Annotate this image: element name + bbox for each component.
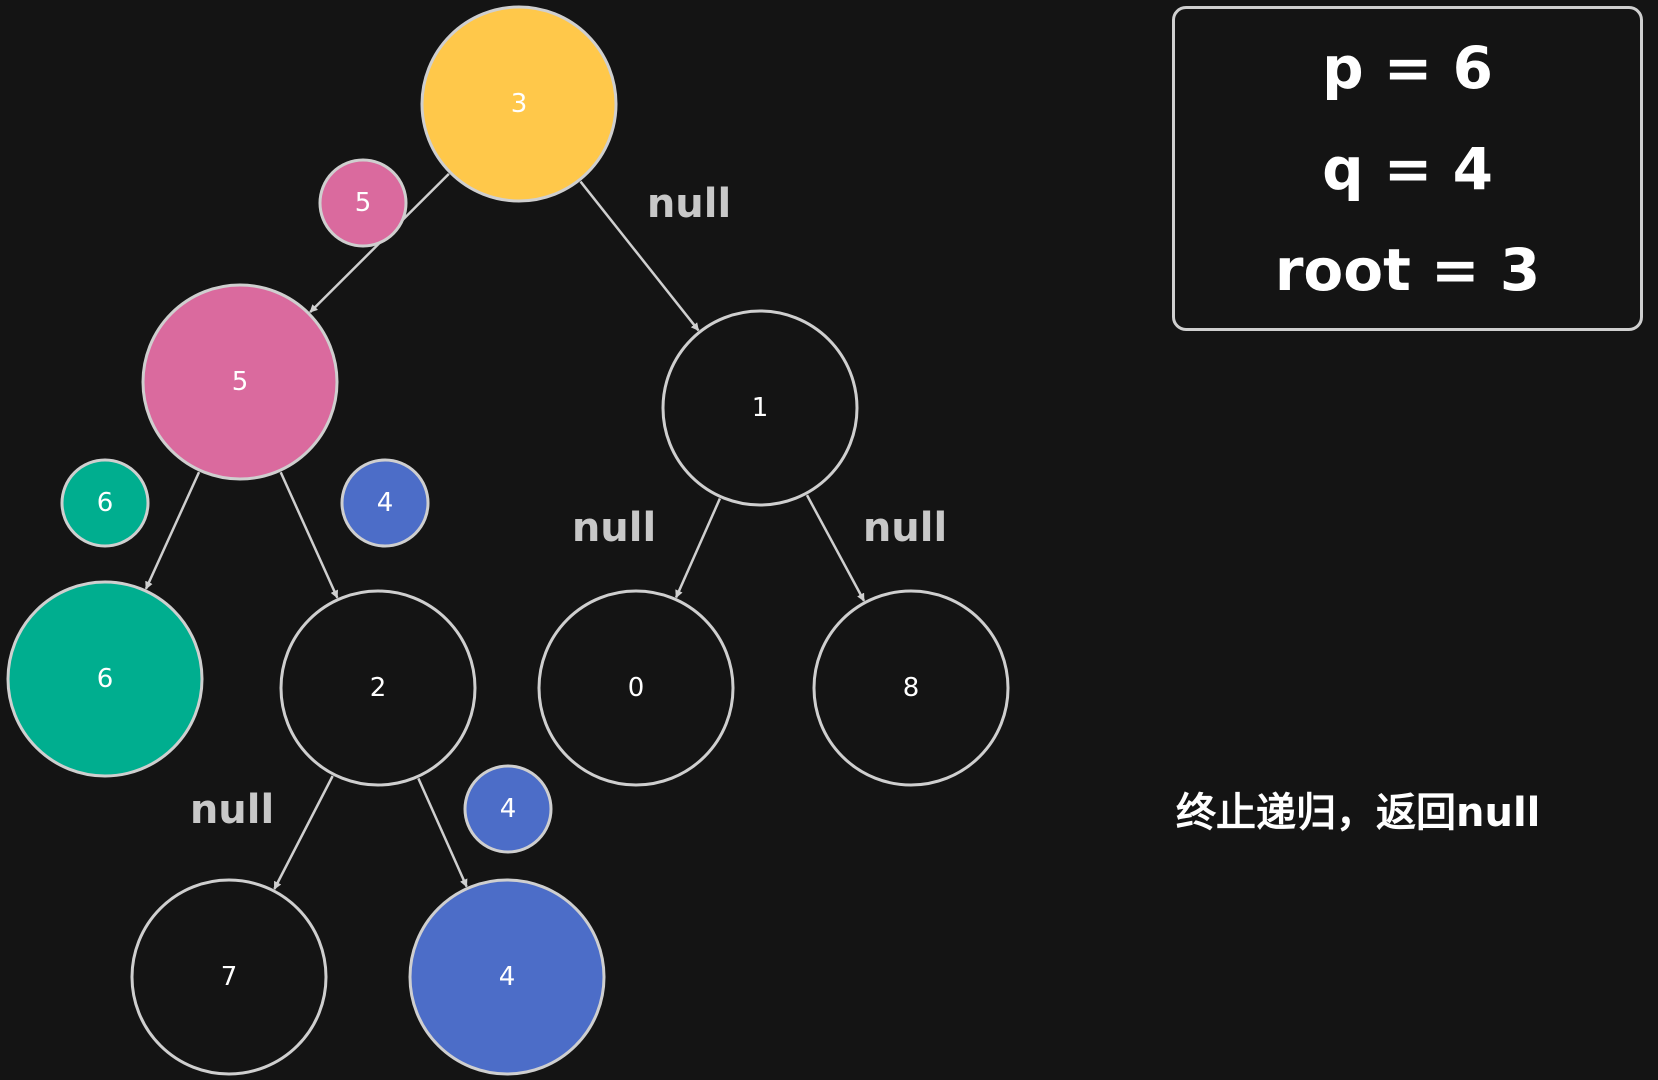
return-value-badge: 4 [463, 764, 553, 854]
tree-node-5: 5 [141, 283, 339, 481]
tree-node-2: 2 [279, 589, 477, 787]
edge-n1-n0 [674, 498, 722, 599]
status-message: 终止递归，返回null [1176, 790, 1541, 836]
return-value-badge: 4 [340, 458, 430, 548]
edge-n1-n8 [805, 494, 866, 602]
return-value-badge-label: 5 [355, 188, 372, 218]
tree-node-7: 7 [130, 878, 328, 1076]
return-value-badge-label: 6 [97, 488, 114, 518]
tree-node-3: 3 [420, 5, 618, 203]
q-value: q = 4 [1322, 134, 1493, 203]
null-return-label: null [572, 505, 656, 551]
return-value-badge-label: 4 [500, 794, 517, 824]
null-return-label: null [647, 181, 731, 227]
tree-node-4: 4 [408, 878, 606, 1076]
edge-n5-n6 [144, 471, 201, 590]
tree-node-6: 6 [6, 580, 204, 778]
tree-node-label: 2 [370, 673, 387, 703]
tree-node-label: 1 [752, 393, 769, 423]
tree-node-label: 5 [232, 367, 249, 397]
return-value-badge: 6 [60, 458, 150, 548]
null-return-label: null [190, 787, 274, 833]
tree-node-label: 4 [499, 962, 516, 992]
tree-node-label: 3 [511, 89, 528, 119]
tree-node-label: 8 [903, 673, 920, 703]
edge-n5-n2 [279, 471, 339, 599]
tree-node-0: 0 [537, 589, 735, 787]
edge-n2-n7 [273, 775, 334, 890]
tree-node-1: 1 [661, 309, 859, 507]
tree-node-label: 6 [97, 664, 114, 694]
edge-n2-n4 [417, 777, 468, 888]
root-value: root = 3 [1274, 235, 1541, 304]
tree-node-8: 8 [812, 589, 1010, 787]
return-value-badge: 5 [318, 158, 408, 248]
return-value-badge-label: 4 [377, 488, 394, 518]
variables-panel: p = 6 q = 4 root = 3 [1172, 6, 1643, 331]
p-value: p = 6 [1322, 33, 1493, 102]
tree-node-label: 0 [628, 673, 645, 703]
tree-node-label: 7 [221, 962, 238, 992]
null-return-label: null [863, 505, 947, 551]
